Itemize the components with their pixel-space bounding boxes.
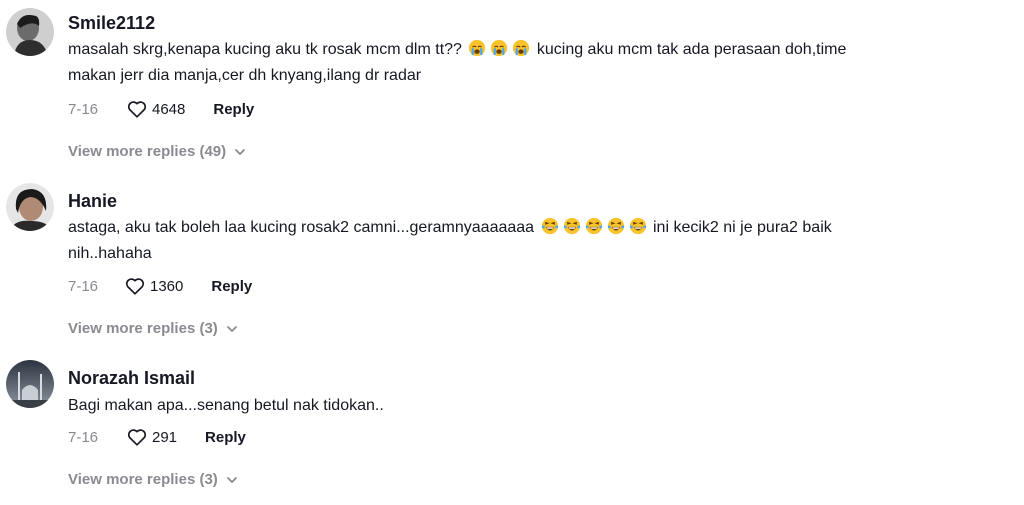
avatar[interactable] — [6, 183, 54, 231]
view-more-replies-label: View more replies (3) — [68, 471, 218, 488]
avatar[interactable] — [6, 8, 54, 56]
comment-text-part: kucing aku mcm tak ada perasaan doh,time — [536, 41, 847, 58]
comment-text: Bagi makan apa...senang betul nak tidoka… — [68, 397, 384, 414]
view-more-replies-label: View more replies (49) — [68, 143, 227, 160]
heart-icon — [125, 278, 145, 295]
comment-text-part: masalah skrg,kenapa kucing aku tk rosak … — [68, 41, 462, 58]
crying-face-icon — [468, 39, 486, 57]
comment-date: 7-16 — [68, 277, 99, 295]
chevron-down-icon — [226, 476, 237, 483]
comment-text-part: astaga, aku tak boleh laa kucing rosak2 … — [68, 219, 535, 236]
chevron-down-icon — [226, 325, 237, 332]
comment-meta: 7-16 4648 Reply — [68, 98, 254, 120]
heart-icon — [127, 101, 147, 118]
comment-text-line2: nih..hahaha — [68, 245, 152, 262]
comment-text: astaga, aku tak boleh laa kucing rosak2 … — [68, 216, 832, 240]
comment-username[interactable]: Norazah Ismail — [68, 367, 195, 389]
like-count: 4648 — [152, 100, 186, 118]
reply-button[interactable]: Reply — [211, 278, 252, 295]
reply-button[interactable]: Reply — [213, 101, 254, 118]
comment-date: 7-16 — [68, 428, 99, 446]
view-more-replies-button[interactable]: View more replies (3) — [68, 320, 239, 337]
laughing-face-icon — [541, 217, 559, 235]
laughing-face-icon — [585, 217, 603, 235]
like-button[interactable]: 4648 — [126, 98, 185, 120]
comment-meta: 7-16 1360 Reply — [68, 275, 252, 297]
comment-username[interactable]: Smile2112 — [68, 12, 155, 34]
view-more-replies-button[interactable]: View more replies (3) — [68, 471, 239, 488]
avatar[interactable] — [6, 360, 54, 408]
heart-icon — [127, 429, 147, 446]
comment-text-part: ini kecik2 ni je pura2 baik — [652, 219, 832, 236]
reply-button[interactable]: Reply — [205, 429, 246, 446]
chevron-down-icon — [235, 148, 246, 155]
view-more-replies-button[interactable]: View more replies (49) — [68, 143, 247, 160]
view-more-replies-label: View more replies (3) — [68, 320, 218, 337]
comment-meta: 7-16 291 Reply — [68, 426, 246, 448]
like-button[interactable]: 291 — [126, 426, 177, 448]
crying-face-icon — [512, 39, 530, 57]
laughing-face-icon — [563, 217, 581, 235]
like-button[interactable]: 1360 — [124, 275, 183, 297]
laughing-face-icon — [607, 217, 625, 235]
comment-username[interactable]: Hanie — [68, 190, 117, 212]
comment-text: masalah skrg,kenapa kucing aku tk rosak … — [68, 38, 846, 62]
like-count: 291 — [152, 428, 178, 446]
like-count: 1360 — [150, 277, 184, 295]
comment-date: 7-16 — [68, 100, 99, 118]
crying-face-icon — [490, 39, 508, 57]
comment-text-line2: makan jerr dia manja,cer dh knyang,ilang… — [68, 67, 422, 84]
laughing-face-icon — [629, 217, 647, 235]
